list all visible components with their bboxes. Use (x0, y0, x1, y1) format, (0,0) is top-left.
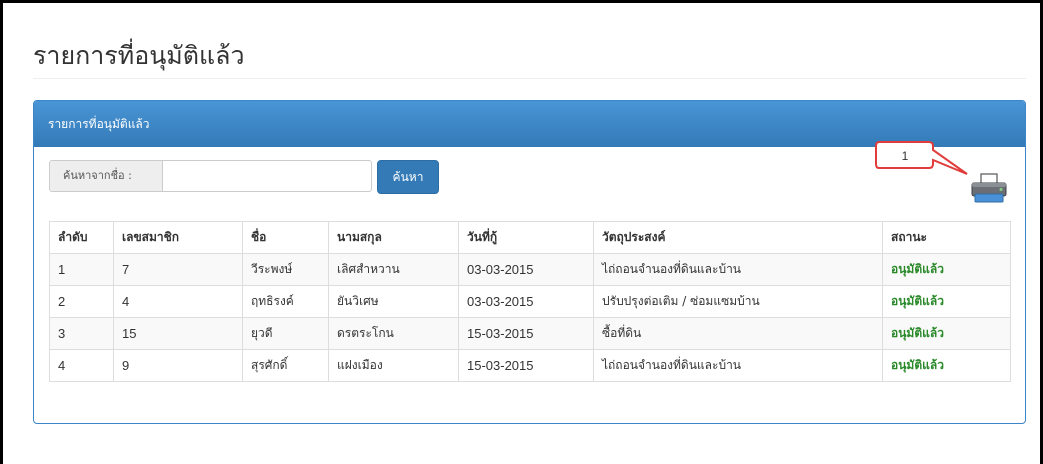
col-header-no: ลำดับ (49, 221, 114, 254)
callout-label: 1 (902, 149, 909, 163)
col-header-last-name: นามสกุล (328, 221, 459, 254)
row-purpose: ไถ่ถอนจำนองที่ดินและบ้าน (593, 253, 883, 286)
row-status: อนุมัติแล้ว (882, 317, 1011, 350)
row-loan-date: 03-03-2015 (458, 285, 594, 318)
search-button[interactable]: ค้นหา (377, 160, 439, 194)
title-divider (33, 78, 1026, 79)
table-row: 2 4 ฤทธิรงค์ ยันวิเศษ 03-03-2015 ปรับปรุ… (49, 285, 1011, 318)
row-last-name: ดรตระโกน (328, 317, 459, 350)
row-no: 4 (49, 349, 114, 382)
row-loan-date: 15-03-2015 (458, 349, 594, 382)
col-header-member-id: เลขสมาชิก (113, 221, 243, 254)
row-first-name: วีระพงษ์ (242, 253, 329, 286)
row-status: อนุมัติแล้ว (882, 253, 1011, 286)
row-member-id: 9 (113, 349, 243, 382)
annotation-callout: 1 (875, 140, 968, 175)
row-purpose: ไถ่ถอนจำนองที่ดินและบ้าน (593, 349, 883, 382)
printer-icon[interactable] (969, 172, 1009, 204)
col-header-status: สถานะ (882, 221, 1011, 254)
row-purpose: ปรับปรุงต่อเติม / ซ่อมแซมบ้าน (593, 285, 883, 318)
search-group: ค้นหาจากชื่อ : (49, 160, 372, 192)
table-row: 4 9 สุรศักดิ์ แฝงเมือง 15-03-2015 ไถ่ถอน… (49, 349, 1011, 382)
row-last-name: แฝงเมือง (328, 349, 459, 382)
search-label: ค้นหาจากชื่อ : (49, 160, 163, 192)
row-member-id: 7 (113, 253, 243, 286)
col-header-loan-date: วันที่กู้ (458, 221, 594, 254)
row-no: 2 (49, 285, 114, 318)
row-member-id: 15 (113, 317, 243, 350)
row-loan-date: 03-03-2015 (458, 253, 594, 286)
row-status: อนุมัติแล้ว (882, 349, 1011, 382)
row-first-name: สุรศักดิ์ (242, 349, 329, 382)
table-header-row: ลำดับ เลขสมาชิก ชื่อ นามสกุล วันที่กู้ ว… (49, 221, 1011, 254)
row-no: 3 (49, 317, 114, 350)
row-first-name: ฤทธิรงค์ (242, 285, 329, 318)
row-status: อนุมัติแล้ว (882, 285, 1011, 318)
col-header-first-name: ชื่อ (242, 221, 329, 254)
row-loan-date: 15-03-2015 (458, 317, 594, 350)
table-row: 1 7 วีระพงษ์ เลิศสำหวาน 03-03-2015 ไถ่ถอ… (49, 253, 1011, 286)
row-last-name: เลิศสำหวาน (328, 253, 459, 286)
row-purpose: ซื้อที่ดิน (593, 317, 883, 350)
table-row: 3 15 ยุวดี ดรตระโกน 15-03-2015 ซื้อที่ดิ… (49, 317, 1011, 350)
col-header-purpose: วัตถุประสงค์ (593, 221, 883, 254)
row-last-name: ยันวิเศษ (328, 285, 459, 318)
approved-table: ลำดับ เลขสมาชิก ชื่อ นามสกุล วันที่กู้ ว… (49, 221, 1011, 382)
row-member-id: 4 (113, 285, 243, 318)
row-no: 1 (49, 253, 114, 286)
page-title: รายการที่อนุมัติแล้ว (33, 41, 245, 70)
row-first-name: ยุวดี (242, 317, 329, 350)
search-input[interactable] (163, 160, 372, 192)
